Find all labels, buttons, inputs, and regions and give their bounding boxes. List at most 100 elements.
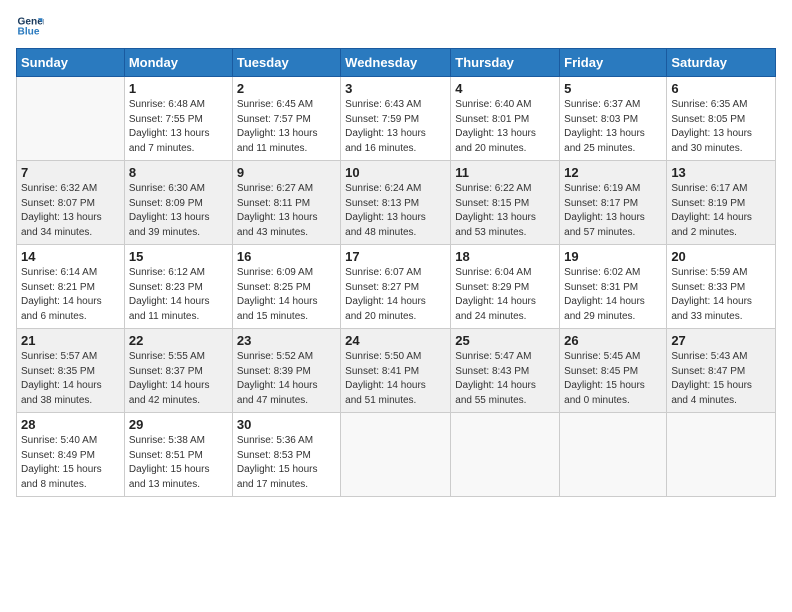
day-info: Sunrise: 5:59 AMSunset: 8:33 PMDaylight:… bbox=[671, 266, 771, 324]
calendar-row-5: 28 Sunrise: 5:40 AMSunset: 8:49 PMDayligh… bbox=[17, 413, 776, 497]
col-header-thursday: Thursday bbox=[451, 49, 560, 77]
day-number: 2 bbox=[237, 81, 336, 96]
calendar-cell bbox=[17, 77, 125, 161]
day-number: 3 bbox=[345, 81, 446, 96]
day-number: 4 bbox=[455, 81, 555, 96]
day-number: 25 bbox=[455, 333, 555, 348]
calendar-cell: 13 Sunrise: 6:17 AMSunset: 8:19 PMDayligh… bbox=[667, 161, 776, 245]
day-info: Sunrise: 5:57 AMSunset: 8:35 PMDaylight:… bbox=[21, 350, 120, 408]
day-number: 8 bbox=[129, 165, 228, 180]
day-number: 7 bbox=[21, 165, 120, 180]
day-number: 5 bbox=[564, 81, 662, 96]
calendar-cell: 20 Sunrise: 5:59 AMSunset: 8:33 PMDayligh… bbox=[667, 245, 776, 329]
day-info: Sunrise: 5:38 AMSunset: 8:51 PMDaylight:… bbox=[129, 434, 228, 492]
day-info: Sunrise: 6:27 AMSunset: 8:11 PMDaylight:… bbox=[237, 182, 336, 240]
calendar-cell bbox=[667, 413, 776, 497]
day-number: 17 bbox=[345, 249, 446, 264]
col-header-friday: Friday bbox=[560, 49, 667, 77]
day-info: Sunrise: 6:30 AMSunset: 8:09 PMDaylight:… bbox=[129, 182, 228, 240]
day-number: 6 bbox=[671, 81, 771, 96]
col-header-saturday: Saturday bbox=[667, 49, 776, 77]
calendar-cell: 2 Sunrise: 6:45 AMSunset: 7:57 PMDaylight… bbox=[232, 77, 340, 161]
calendar-cell bbox=[341, 413, 451, 497]
calendar-cell: 17 Sunrise: 6:07 AMSunset: 8:27 PMDayligh… bbox=[341, 245, 451, 329]
day-number: 27 bbox=[671, 333, 771, 348]
calendar-cell: 18Sunrise: 6:04 AMSunset: 8:29 PMDayligh… bbox=[451, 245, 560, 329]
day-number: 11 bbox=[455, 165, 555, 180]
day-number: 20 bbox=[671, 249, 771, 264]
calendar-cell: 5 Sunrise: 6:37 AMSunset: 8:03 PMDaylight… bbox=[560, 77, 667, 161]
day-info: Sunrise: 6:07 AMSunset: 8:27 PMDaylight:… bbox=[345, 266, 446, 324]
col-header-monday: Monday bbox=[124, 49, 232, 77]
day-number: 26 bbox=[564, 333, 662, 348]
day-number: 9 bbox=[237, 165, 336, 180]
day-info: Sunrise: 5:55 AMSunset: 8:37 PMDaylight:… bbox=[129, 350, 228, 408]
calendar-cell: 14 Sunrise: 6:14 AMSunset: 8:21 PMDayligh… bbox=[17, 245, 125, 329]
day-info: Sunrise: 6:45 AMSunset: 7:57 PMDaylight:… bbox=[237, 98, 336, 156]
calendar-cell: 4 Sunrise: 6:40 AMSunset: 8:01 PMDaylight… bbox=[451, 77, 560, 161]
day-info: Sunrise: 6:48 AMSunset: 7:55 PMDaylight:… bbox=[129, 98, 228, 156]
calendar-cell: 11 Sunrise: 6:22 AMSunset: 8:15 PMDayligh… bbox=[451, 161, 560, 245]
day-number: 29 bbox=[129, 417, 228, 432]
calendar-cell: 29 Sunrise: 5:38 AMSunset: 8:51 PMDayligh… bbox=[124, 413, 232, 497]
header: General Blue bbox=[16, 12, 776, 40]
day-number: 14 bbox=[21, 249, 120, 264]
day-info: Sunrise: 6:14 AMSunset: 8:21 PMDaylight:… bbox=[21, 266, 120, 324]
day-info: Sunrise: 5:50 AMSunset: 8:41 PMDaylight:… bbox=[345, 350, 446, 408]
day-number: 1 bbox=[129, 81, 228, 96]
day-info: Sunrise: 5:52 AMSunset: 8:39 PMDaylight:… bbox=[237, 350, 336, 408]
calendar-cell: 26 Sunrise: 5:45 AMSunset: 8:45 PMDayligh… bbox=[560, 329, 667, 413]
day-number: 21 bbox=[21, 333, 120, 348]
day-info: Sunrise: 6:32 AMSunset: 8:07 PMDaylight:… bbox=[21, 182, 120, 240]
day-info: Sunrise: 6:24 AMSunset: 8:13 PMDaylight:… bbox=[345, 182, 446, 240]
calendar-cell: 19Sunrise: 6:02 AMSunset: 8:31 PMDayligh… bbox=[560, 245, 667, 329]
day-number: 28 bbox=[21, 417, 120, 432]
calendar-cell: 9 Sunrise: 6:27 AMSunset: 8:11 PMDaylight… bbox=[232, 161, 340, 245]
day-info: Sunrise: 6:43 AMSunset: 7:59 PMDaylight:… bbox=[345, 98, 446, 156]
calendar-cell bbox=[560, 413, 667, 497]
calendar-cell: 24 Sunrise: 5:50 AMSunset: 8:41 PMDayligh… bbox=[341, 329, 451, 413]
col-header-tuesday: Tuesday bbox=[232, 49, 340, 77]
day-number: 30 bbox=[237, 417, 336, 432]
day-number: 23 bbox=[237, 333, 336, 348]
calendar-cell: 6 Sunrise: 6:35 AMSunset: 8:05 PMDaylight… bbox=[667, 77, 776, 161]
calendar-row-2: 7 Sunrise: 6:32 AMSunset: 8:07 PMDaylight… bbox=[17, 161, 776, 245]
day-info: Sunrise: 6:04 AMSunset: 8:29 PMDaylight:… bbox=[455, 266, 555, 324]
page: General Blue SundayMondayTuesdayWednesda… bbox=[0, 0, 792, 612]
day-number: 12 bbox=[564, 165, 662, 180]
calendar-row-1: 1 Sunrise: 6:48 AMSunset: 7:55 PMDaylight… bbox=[17, 77, 776, 161]
day-info: Sunrise: 5:45 AMSunset: 8:45 PMDaylight:… bbox=[564, 350, 662, 408]
col-header-sunday: Sunday bbox=[17, 49, 125, 77]
day-info: Sunrise: 6:22 AMSunset: 8:15 PMDaylight:… bbox=[455, 182, 555, 240]
col-header-wednesday: Wednesday bbox=[341, 49, 451, 77]
logo: General Blue bbox=[16, 12, 44, 40]
day-info: Sunrise: 6:35 AMSunset: 8:05 PMDaylight:… bbox=[671, 98, 771, 156]
day-number: 13 bbox=[671, 165, 771, 180]
calendar-cell: 3 Sunrise: 6:43 AMSunset: 7:59 PMDaylight… bbox=[341, 77, 451, 161]
calendar-row-3: 14 Sunrise: 6:14 AMSunset: 8:21 PMDayligh… bbox=[17, 245, 776, 329]
calendar-cell: 7 Sunrise: 6:32 AMSunset: 8:07 PMDaylight… bbox=[17, 161, 125, 245]
day-info: Sunrise: 6:17 AMSunset: 8:19 PMDaylight:… bbox=[671, 182, 771, 240]
day-info: Sunrise: 6:09 AMSunset: 8:25 PMDaylight:… bbox=[237, 266, 336, 324]
day-info: Sunrise: 5:40 AMSunset: 8:49 PMDaylight:… bbox=[21, 434, 120, 492]
day-info: Sunrise: 5:47 AMSunset: 8:43 PMDaylight:… bbox=[455, 350, 555, 408]
day-number: 22 bbox=[129, 333, 228, 348]
day-number: 16 bbox=[237, 249, 336, 264]
day-info: Sunrise: 5:36 AMSunset: 8:53 PMDaylight:… bbox=[237, 434, 336, 492]
calendar-row-4: 21 Sunrise: 5:57 AMSunset: 8:35 PMDayligh… bbox=[17, 329, 776, 413]
day-number: 19 bbox=[564, 249, 662, 264]
calendar-cell: 21 Sunrise: 5:57 AMSunset: 8:35 PMDayligh… bbox=[17, 329, 125, 413]
day-number: 15 bbox=[129, 249, 228, 264]
calendar-cell: 1 Sunrise: 6:48 AMSunset: 7:55 PMDaylight… bbox=[124, 77, 232, 161]
day-info: Sunrise: 6:40 AMSunset: 8:01 PMDaylight:… bbox=[455, 98, 555, 156]
day-number: 24 bbox=[345, 333, 446, 348]
calendar-cell: 28 Sunrise: 5:40 AMSunset: 8:49 PMDayligh… bbox=[17, 413, 125, 497]
day-number: 10 bbox=[345, 165, 446, 180]
calendar-cell: 15Sunrise: 6:12 AMSunset: 8:23 PMDayligh… bbox=[124, 245, 232, 329]
calendar-cell: 12Sunrise: 6:19 AMSunset: 8:17 PMDayligh… bbox=[560, 161, 667, 245]
calendar-cell: 10 Sunrise: 6:24 AMSunset: 8:13 PMDayligh… bbox=[341, 161, 451, 245]
logo-icon: General Blue bbox=[16, 12, 44, 40]
calendar-cell: 30 Sunrise: 5:36 AMSunset: 8:53 PMDayligh… bbox=[232, 413, 340, 497]
calendar-cell: 8 Sunrise: 6:30 AMSunset: 8:09 PMDaylight… bbox=[124, 161, 232, 245]
day-info: Sunrise: 6:37 AMSunset: 8:03 PMDaylight:… bbox=[564, 98, 662, 156]
